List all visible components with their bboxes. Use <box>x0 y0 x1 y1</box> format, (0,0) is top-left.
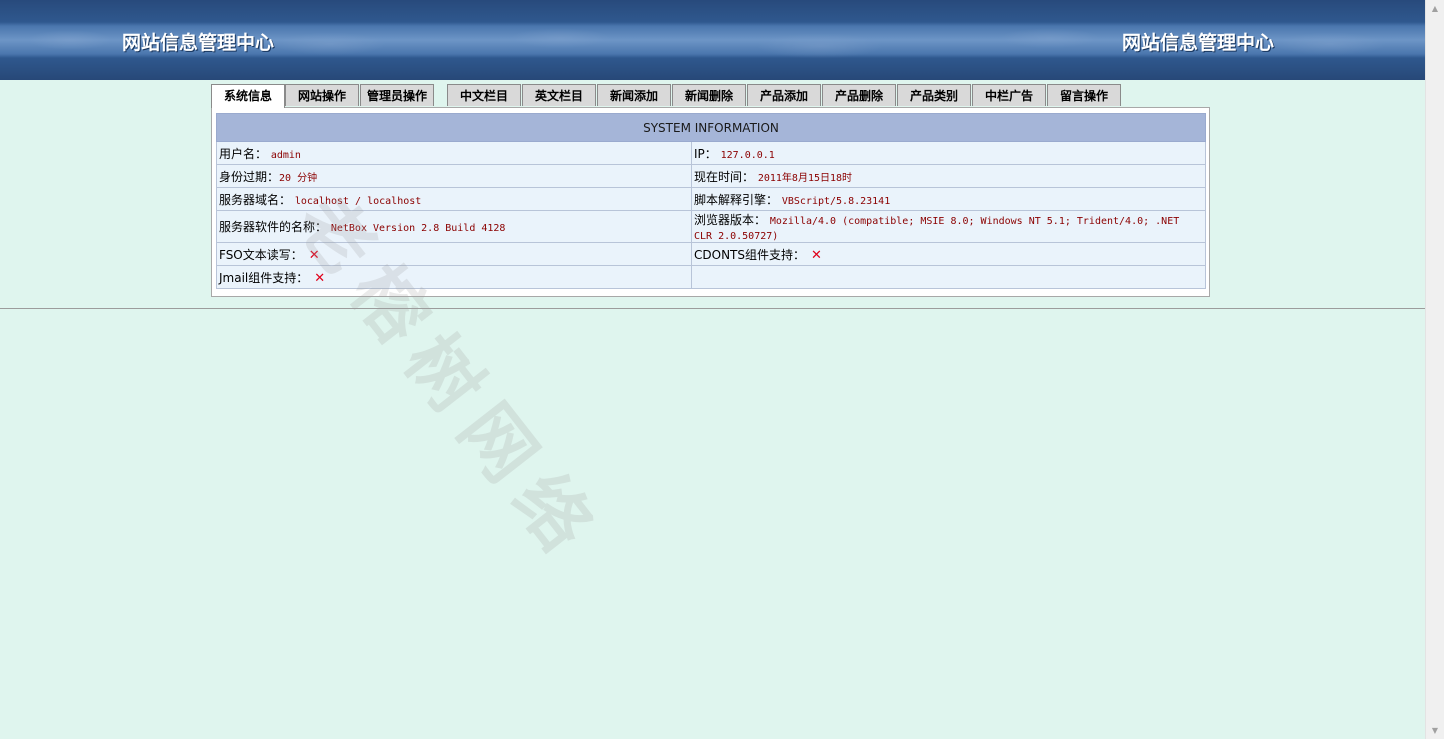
ip-cell: IP： 127.0.0.1 <box>691 141 1206 165</box>
expiry-cell: 身份过期：20 分钟 <box>216 164 692 188</box>
domain-value: localhost / localhost <box>294 195 422 207</box>
jmail-cell: Jmail组件支持： ✕ <box>216 265 692 289</box>
browser-version-value: Mozilla/4.0 (compatible; MSIE 8.0; Windo… <box>694 216 1180 242</box>
username-label: 用户名： <box>219 146 268 161</box>
scroll-down-arrow-icon[interactable]: ▼ <box>1426 722 1444 739</box>
ip-label: IP： <box>694 146 717 161</box>
table-row: 用户名： admin IP： 127.0.0.1 <box>216 141 1206 165</box>
time-value: 2011年8月15日18时 <box>757 172 853 184</box>
tab-product-delete[interactable]: 产品删除 <box>822 84 896 106</box>
ip-value: 127.0.0.1 <box>720 149 775 161</box>
table-heading: SYSTEM INFORMATION <box>216 113 1206 142</box>
system-info-panel: SYSTEM INFORMATION 用户名： admin IP： 127.0.… <box>211 107 1210 297</box>
table-row: 身份过期：20 分钟 现在时间： 2011年8月15日18时 <box>216 164 1206 188</box>
jmail-label: Jmail组件支持： <box>219 270 309 285</box>
empty-cell <box>691 265 1206 289</box>
fso-unsupported-icon: ✕ <box>308 247 320 263</box>
site-title-right: 网站信息管理中心 <box>1122 32 1275 54</box>
cdonts-cell: CDONTS组件支持： ✕ <box>691 242 1206 266</box>
system-info-table: SYSTEM INFORMATION 用户名： admin IP： 127.0.… <box>216 113 1206 289</box>
tab-product-add[interactable]: 产品添加 <box>747 84 821 106</box>
table-row: 服务器域名： localhost / localhost 脚本解释引擎： VBS… <box>216 187 1206 211</box>
table-row: Jmail组件支持： ✕ <box>216 265 1206 289</box>
username-cell: 用户名： admin <box>216 141 692 165</box>
cdonts-label: CDONTS组件支持： <box>694 247 805 262</box>
site-title-left: 网站信息管理中心 <box>122 32 275 54</box>
table-row: 服务器软件的名称： NetBox Version 2.8 Build 4128 … <box>216 210 1206 243</box>
script-engine-label: 脚本解释引擎： <box>694 192 779 207</box>
tab-news-delete[interactable]: 新闻删除 <box>672 84 746 106</box>
tab-middle-ad[interactable]: 中栏广告 <box>972 84 1046 106</box>
cdonts-unsupported-icon: ✕ <box>811 247 822 263</box>
header-banner: 网站信息管理中心 网站信息管理中心 <box>0 0 1425 80</box>
tab-chinese-column[interactable]: 中文栏目 <box>447 84 521 106</box>
script-engine-value: VBScript/5.8.23141 <box>781 195 891 207</box>
domain-label: 服务器域名： <box>219 192 292 207</box>
time-cell: 现在时间： 2011年8月15日18时 <box>691 164 1206 188</box>
time-label: 现在时间： <box>694 169 755 184</box>
expiry-label: 身份过期： <box>219 169 280 184</box>
server-software-value: NetBox Version 2.8 Build 4128 <box>330 223 506 234</box>
username-value: admin <box>270 149 301 161</box>
browser-version-cell: 浏览器版本： Mozilla/4.0 (compatible; MSIE 8.0… <box>691 210 1206 243</box>
divider <box>0 308 1425 309</box>
tab-product-category[interactable]: 产品类别 <box>897 84 971 106</box>
jmail-unsupported-icon: ✕ <box>314 270 326 286</box>
server-software-cell: 服务器软件的名称： NetBox Version 2.8 Build 4128 <box>216 210 692 243</box>
tab-site-operation[interactable]: 网站操作 <box>285 84 359 106</box>
tab-news-add[interactable]: 新闻添加 <box>597 84 671 106</box>
table-row: FSO文本读写： ✕ CDONTS组件支持： ✕ <box>216 242 1206 266</box>
fso-label: FSO文本读写： <box>219 247 303 262</box>
server-software-label: 服务器软件的名称： <box>219 220 328 234</box>
expiry-value: 20 分钟 <box>279 172 318 184</box>
vertical-scrollbar[interactable]: ▲ ▼ <box>1425 0 1444 739</box>
script-engine-cell: 脚本解释引擎： VBScript/5.8.23141 <box>691 187 1206 211</box>
fso-cell: FSO文本读写： ✕ <box>216 242 692 266</box>
tab-admin-operation[interactable]: 管理员操作 <box>360 84 434 106</box>
tab-guestbook[interactable]: 留言操作 <box>1047 84 1121 106</box>
scroll-up-arrow-icon[interactable]: ▲ <box>1426 0 1444 17</box>
tab-system-info[interactable]: 系统信息 <box>211 84 285 108</box>
tab-english-column[interactable]: 英文栏目 <box>522 84 596 106</box>
domain-cell: 服务器域名： localhost / localhost <box>216 187 692 211</box>
browser-version-label: 浏览器版本： <box>694 213 767 227</box>
